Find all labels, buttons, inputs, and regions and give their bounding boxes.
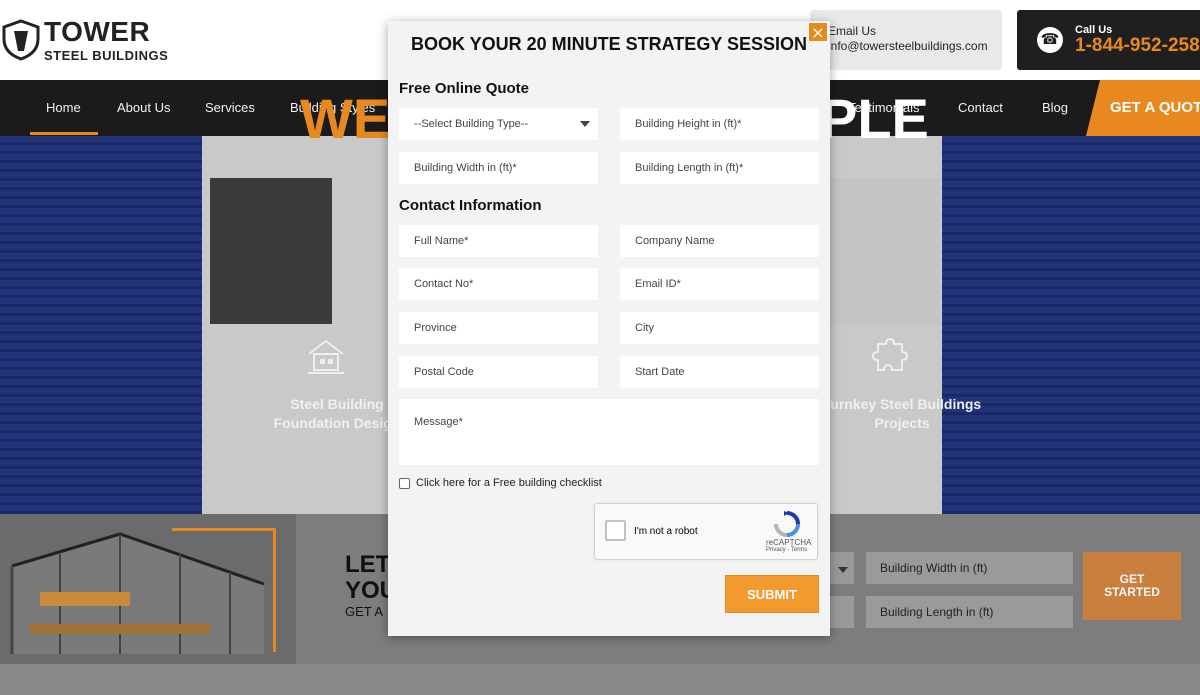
recaptcha-label: I'm not a robot — [634, 526, 698, 537]
postal-code-input[interactable]: Postal Code — [399, 356, 598, 388]
full-name-input[interactable]: Full Name* — [399, 225, 598, 257]
start-date-input[interactable]: Start Date — [620, 356, 819, 388]
tower-logo-icon — [2, 18, 40, 61]
hero-card-turnkey-caption: Turnkey Steel Buildings Projects — [812, 395, 992, 433]
image-accent-frame — [172, 528, 276, 652]
phone-icon: ☎ — [1037, 27, 1063, 53]
nav-item-blog[interactable]: Blog — [1042, 100, 1068, 115]
chevron-down-icon — [838, 567, 848, 573]
hero-window-left — [210, 178, 332, 324]
nav-item-services[interactable]: Services — [205, 100, 255, 115]
hero-card-2-line2: Projects — [874, 415, 930, 431]
logo-title: TOWER — [44, 16, 151, 47]
strip-building-length-input[interactable]: Building Length in (ft) — [866, 596, 1073, 628]
hero-card-2-line1: Turnkey Steel Buildings — [822, 396, 982, 412]
building-type-value: --Select Building Type-- — [414, 118, 529, 130]
get-started-label: GET STARTED — [1083, 573, 1181, 599]
building-frame-image — [0, 514, 296, 664]
hero-title-left: WE — [300, 87, 391, 150]
email-contact-box[interactable]: Email Us info@towersteelbuildings.com — [810, 10, 1002, 70]
house-foundation-icon — [308, 339, 344, 374]
get-a-quote-label: GET A QUOTE — [1110, 99, 1200, 116]
recaptcha-checkbox[interactable] — [605, 520, 626, 541]
email-address[interactable]: info@towersteelbuildings.com — [828, 39, 988, 53]
city-input[interactable]: City — [620, 312, 819, 344]
recaptcha-brand: reCAPTCHA — [766, 538, 812, 547]
nav-item-contact[interactable]: Contact — [958, 100, 1003, 115]
submit-button[interactable]: SUBMIT — [725, 575, 819, 613]
building-height-input[interactable]: Building Height in (ft)* — [620, 108, 819, 140]
nav-item-about-us[interactable]: About Us — [117, 100, 170, 115]
get-started-line2: STARTED — [1104, 585, 1160, 599]
company-name-input[interactable]: Company Name — [620, 225, 819, 257]
modal-title: BOOK YOUR 20 MINUTE STRATEGY SESSION — [410, 34, 808, 54]
footer-strip — [0, 664, 1200, 695]
nav-active-indicator — [30, 132, 98, 135]
chevron-down-icon — [580, 121, 590, 127]
hero-window-right — [818, 178, 940, 324]
province-input[interactable]: Province — [399, 312, 598, 344]
recaptcha-links[interactable]: Privacy - Terms — [766, 547, 807, 553]
checklist-label[interactable]: Click here for a Free building checklist — [416, 477, 602, 489]
checklist-checkbox[interactable] — [399, 477, 410, 489]
hero-title-right: PLE — [820, 87, 929, 150]
contact-information-heading: Contact Information — [399, 197, 542, 214]
strip-heading-line1: LET — [345, 551, 391, 578]
email-id-input[interactable]: Email ID* — [620, 268, 819, 300]
phone-number[interactable]: 1-844-952-2589 — [1075, 35, 1200, 57]
site-logo[interactable]: TOWER STEEL BUILDINGS — [2, 16, 168, 63]
logo-subtitle: STEEL BUILDINGS — [44, 48, 169, 63]
puzzle-icon — [871, 337, 909, 371]
free-online-quote-heading: Free Online Quote — [399, 80, 530, 97]
call-contact-box[interactable]: ☎ Call Us 1-844-952-2589 — [1017, 10, 1200, 70]
recaptcha-logo-icon — [774, 511, 800, 537]
message-textarea[interactable]: Message* — [399, 399, 819, 465]
strategy-session-modal: × BOOK YOUR 20 MINUTE STRATEGY SESSION F… — [388, 21, 830, 636]
email-label: Email Us — [828, 24, 877, 38]
get-started-button[interactable]: GET STARTED — [1083, 552, 1181, 620]
strip-building-width-input[interactable]: Building Width in (ft) — [866, 552, 1073, 584]
strip-subheading: GET A — [345, 604, 384, 619]
building-width-input[interactable]: Building Width in (ft)* — [399, 152, 598, 184]
recaptcha-widget: I'm not a robot reCAPTCHA Privacy - Term… — [594, 503, 818, 560]
get-a-quote-button[interactable]: GET A QUOTE — [1086, 80, 1200, 136]
checklist-option[interactable]: Click here for a Free building checklist — [399, 477, 602, 489]
building-type-select[interactable]: --Select Building Type-- — [399, 108, 598, 140]
building-length-input[interactable]: Building Length in (ft)* — [620, 152, 819, 184]
nav-item-home[interactable]: Home — [46, 100, 81, 115]
contact-no-input[interactable]: Contact No* — [399, 268, 598, 300]
